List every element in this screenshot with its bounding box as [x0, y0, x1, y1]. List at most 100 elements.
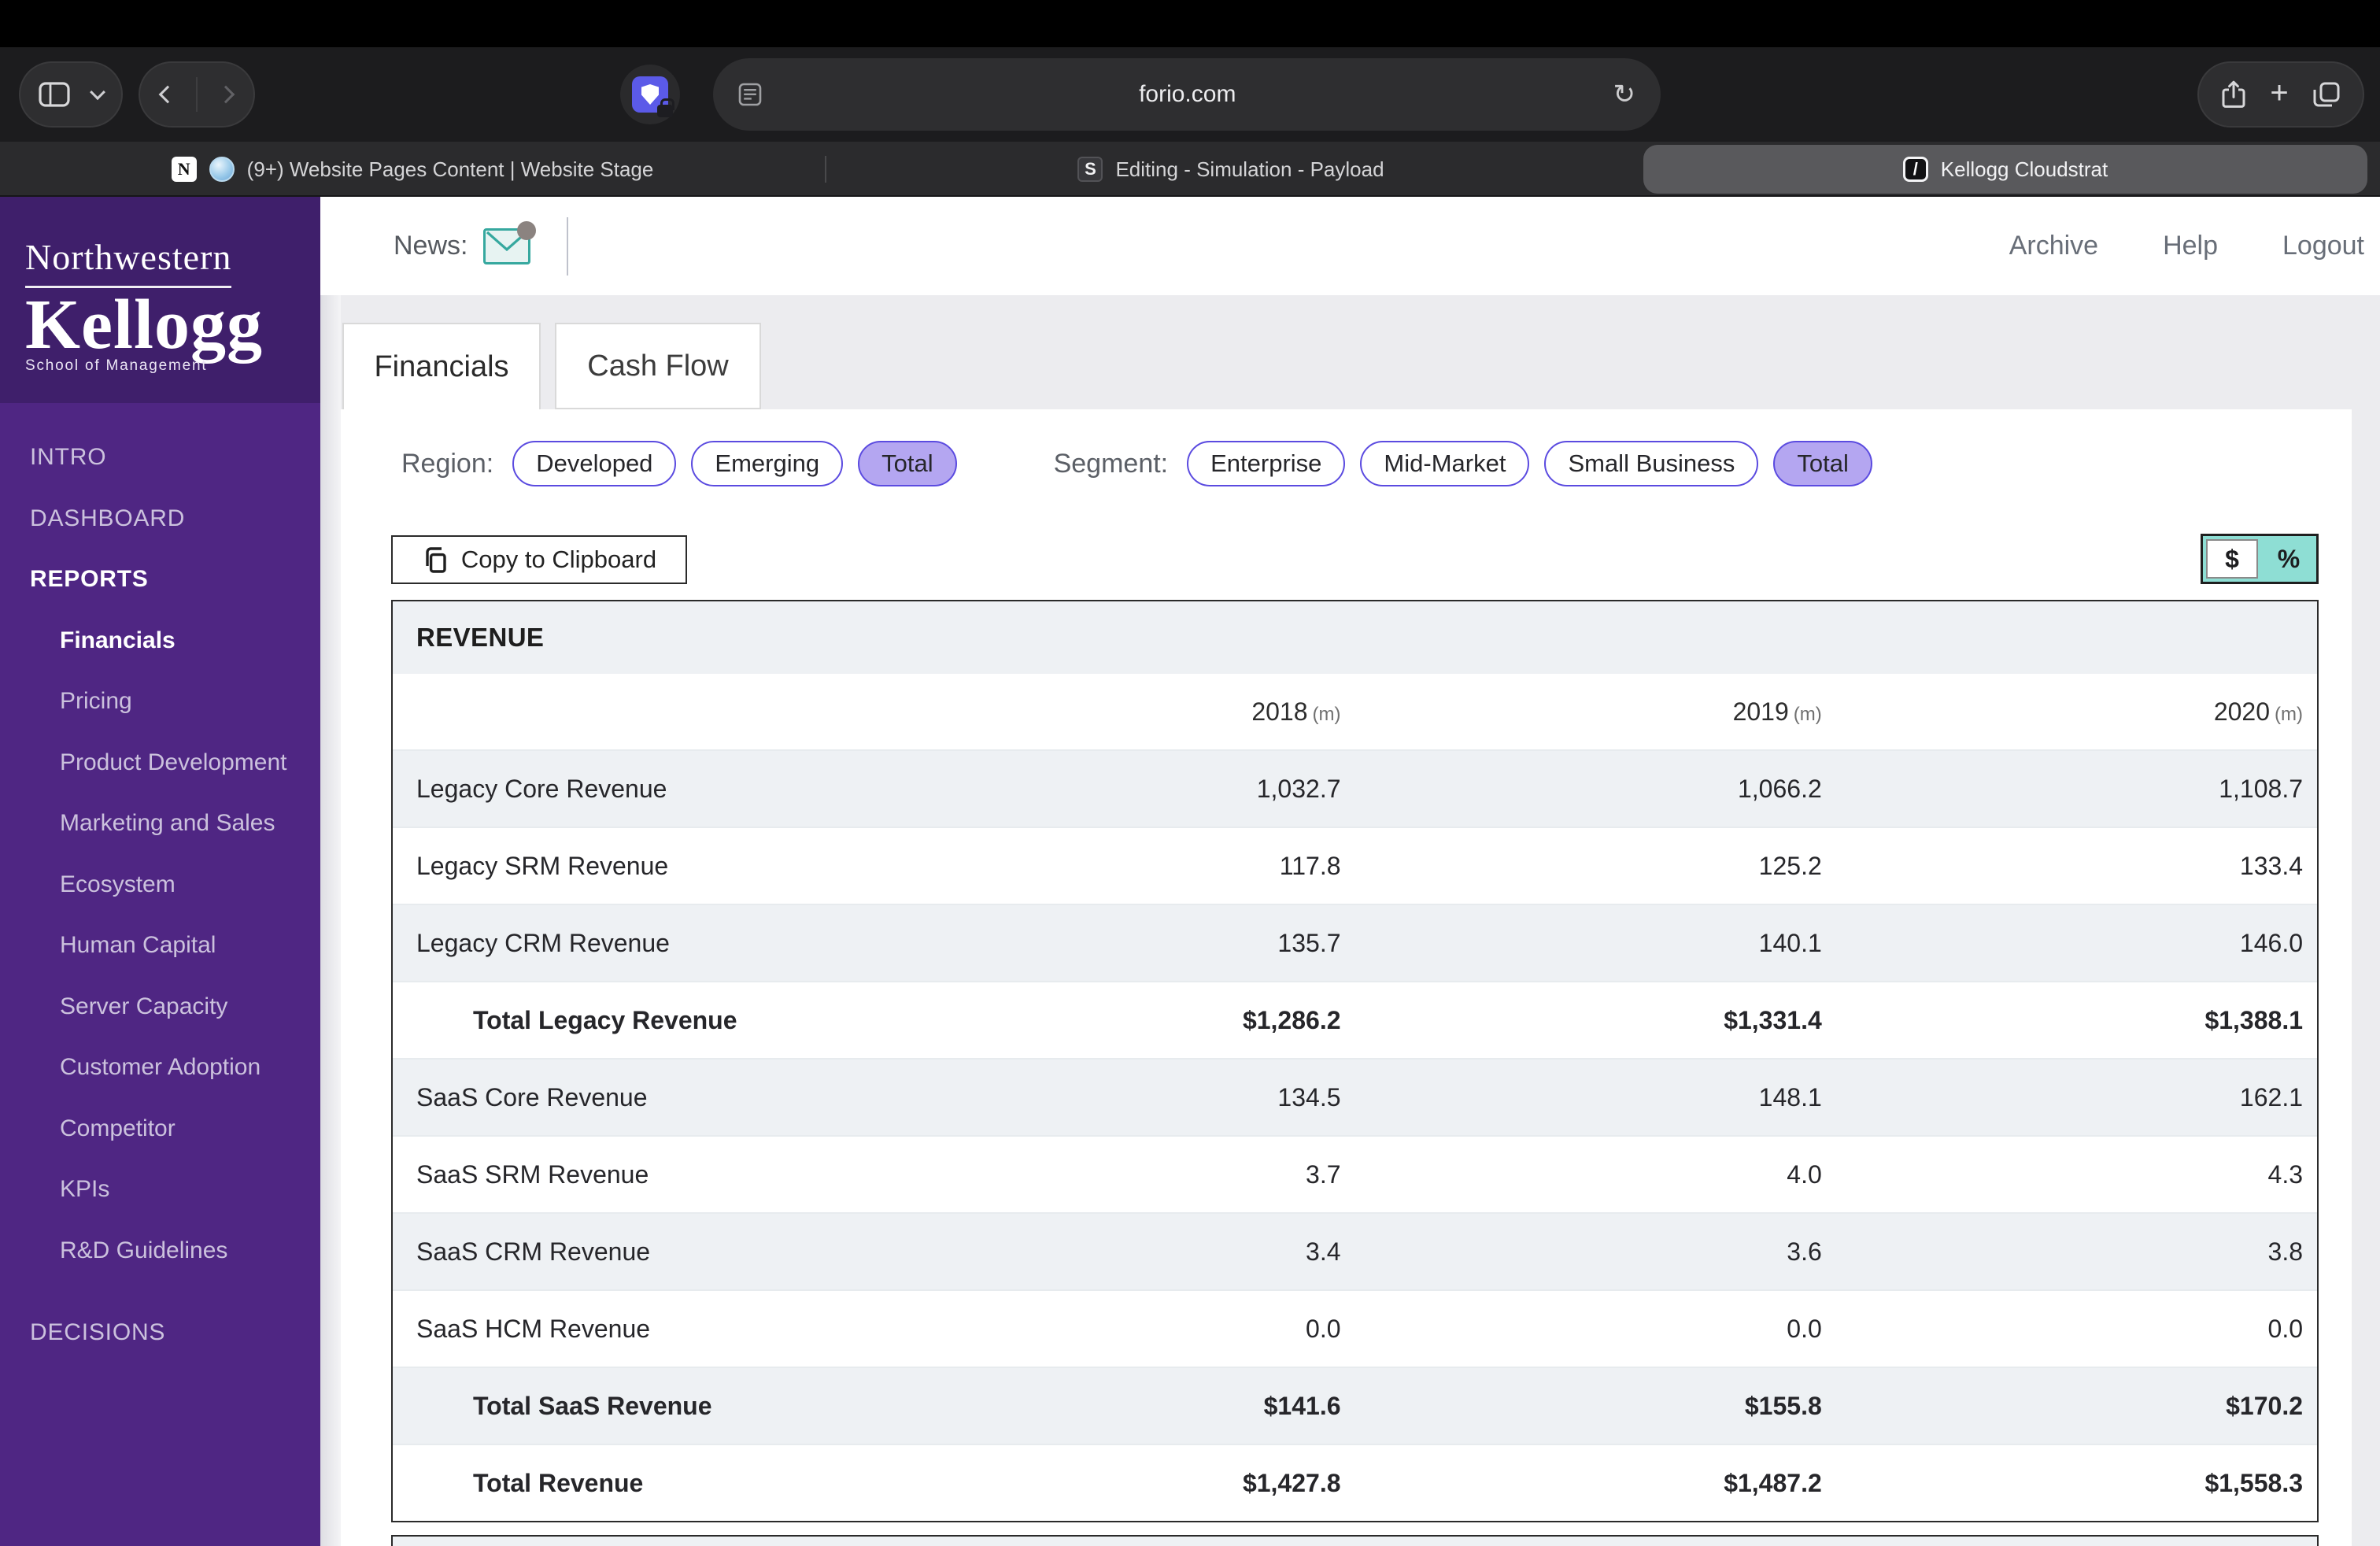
browser-tab-title[interactable]: Editing - Simulation - Payload — [1115, 157, 1384, 182]
logo-tagline: School of Management — [25, 357, 208, 374]
row-label: Total Revenue — [473, 1468, 644, 1497]
logo-university: Northwestern — [25, 236, 232, 288]
workspace: Northwestern Kellogg School of Managemen… — [0, 197, 2380, 1546]
filter-pill-region-total[interactable]: Total — [858, 441, 957, 486]
row-value-2018: 135.7 — [1277, 928, 1341, 957]
filter-bar: Region: Developed Emerging Total Segment: … — [401, 441, 1887, 486]
password-extension-icon — [632, 76, 674, 117]
row-value-2019: $1,331.4 — [1724, 1005, 1822, 1034]
filter-pill-segment-small-business[interactable]: Small Business — [1544, 441, 1759, 486]
table-row-saas-crm-revenue: SaaS CRM Revenue 3.4 3.6 3.8 — [393, 1212, 2317, 1289]
row-value-2019: 4.0 — [1787, 1160, 1822, 1189]
row-value-2018: 134.5 — [1277, 1082, 1341, 1111]
row-value-2020: $170.2 — [2226, 1391, 2303, 1420]
tab-financials[interactable]: Financials — [342, 323, 541, 409]
sidebar-item-product-development[interactable]: Product Development — [0, 732, 320, 793]
window-actions-group: + — [2197, 61, 2364, 128]
browser-tab-website-pages[interactable]: N (9+) Website Pages Content | Website S… — [0, 142, 825, 197]
header-link-archive[interactable]: Archive — [2009, 231, 2098, 261]
sidebar-item-human-capital[interactable]: Human Capital — [0, 915, 320, 976]
tab-cash-flow[interactable]: Cash Flow — [555, 323, 761, 409]
copy-icon — [422, 546, 447, 574]
address-bar[interactable]: forio.com ↻ — [713, 58, 1661, 131]
filter-pill-region-emerging[interactable]: Emerging — [691, 441, 844, 486]
segment-label: Segment: — [1053, 448, 1169, 479]
cloudstrat-favicon: / — [1902, 157, 1928, 182]
browser-tab-title[interactable]: Kellogg Cloudstrat — [1941, 157, 2108, 182]
app-header: News: Archive Help Logout — [320, 197, 2380, 295]
unread-badge — [517, 220, 537, 240]
sidebar-item-server-capacity[interactable]: Server Capacity — [0, 976, 320, 1037]
row-label: Legacy SRM Revenue — [416, 851, 669, 880]
browser-chrome: forio.com ↻ + N (9+) Website Pages Conte… — [0, 0, 2380, 197]
new-tab-icon[interactable]: + — [2270, 77, 2288, 109]
header-divider — [567, 216, 569, 276]
share-icon[interactable] — [2221, 80, 2246, 109]
row-value-2020: 0.0 — [2267, 1314, 2303, 1343]
row-value-2018: 3.7 — [1306, 1160, 1341, 1189]
header-link-logout[interactable]: Logout — [2282, 231, 2364, 261]
filter-pill-segment-mid-market[interactable]: Mid-Market — [1360, 441, 1530, 486]
sidebar-item-dashboard[interactable]: DASHBOARD — [0, 488, 320, 549]
column-header-2019: 2019 (m) — [1732, 697, 1822, 726]
tab-overview-icon[interactable] — [2312, 81, 2341, 108]
copy-to-clipboard-button[interactable]: Copy to Clipboard — [391, 535, 687, 584]
region-filter-group: Region: Developed Emerging Total — [401, 441, 972, 486]
report-panel: Region: Developed Emerging Total Segment: … — [341, 409, 2352, 1546]
sidebar-item-ecosystem[interactable]: Ecosystem — [0, 854, 320, 915]
column-header-2020: 2020 (m) — [2213, 697, 2303, 726]
row-value-2019: 148.1 — [1758, 1082, 1822, 1111]
url-text[interactable]: forio.com — [762, 81, 1613, 108]
table-row-legacy-srm-revenue: Legacy SRM Revenue 117.8 125.2 133.4 — [393, 827, 2317, 904]
row-value-2020: 1,108.7 — [2219, 774, 2303, 803]
row-value-2018: $1,427.8 — [1242, 1468, 1341, 1497]
row-value-2020: 146.0 — [2239, 928, 2303, 957]
sidebar-item-intro[interactable]: INTRO — [0, 427, 320, 488]
reload-icon[interactable]: ↻ — [1613, 81, 1636, 108]
table-row-saas-core-revenue: SaaS Core Revenue 134.5 148.1 162.1 — [393, 1058, 2317, 1135]
sidebar-item-pricing[interactable]: Pricing — [0, 671, 320, 732]
browser-tab-payload-editor[interactable]: S Editing - Simulation - Payload — [825, 142, 1637, 197]
sidebar-item-decisions[interactable]: DECISIONS — [0, 1302, 320, 1363]
browser-tab-title[interactable]: (9+) Website Pages Content | Website Sta… — [247, 157, 654, 182]
history-nav-group — [139, 61, 255, 128]
chevron-down-icon[interactable] — [90, 84, 105, 101]
back-icon[interactable] — [158, 85, 177, 104]
lock-icon — [657, 98, 674, 117]
screen: forio.com ↻ + N (9+) Website Pages Conte… — [0, 0, 2380, 1546]
row-value-2018: 117.8 — [1279, 851, 1341, 880]
row-value-2018: $1,286.2 — [1242, 1005, 1341, 1034]
browser-tab-kellogg-cloudstrat-active[interactable]: / Kellogg Cloudstrat — [1643, 145, 2367, 194]
payload-favicon: S — [1077, 157, 1103, 182]
sidebar-toggle-icon[interactable] — [39, 82, 70, 107]
news-envelope-icon[interactable] — [483, 220, 537, 264]
revenue-table-colheader: 2018 (m) 2019 (m) 2020 (m) — [393, 674, 2317, 749]
table-row-total-legacy-revenue: Total Legacy Revenue $1,286.2 $1,331.4 $… — [393, 981, 2317, 1058]
sidebar-item-customer-adoption[interactable]: Customer Adoption — [0, 1037, 320, 1098]
extension-button[interactable] — [620, 65, 680, 124]
filter-pill-segment-enterprise[interactable]: Enterprise — [1187, 441, 1346, 486]
sidebar: Northwestern Kellogg School of Managemen… — [0, 197, 320, 1546]
sidebar-item-r-d-guidelines[interactable]: R&D Guidelines — [0, 1220, 320, 1282]
next-section-table-stub — [391, 1535, 2319, 1546]
filter-pill-region-developed[interactable]: Developed — [512, 441, 677, 486]
region-label: Region: — [401, 448, 494, 479]
row-label: SaaS HCM Revenue — [416, 1314, 651, 1343]
scrollbar-track[interactable] — [320, 295, 341, 1546]
sidebar-item-financials[interactable]: Financials — [0, 610, 320, 671]
unit-toggle-percent[interactable]: % — [2261, 536, 2316, 582]
unit-toggle-dollar[interactable]: $ — [2206, 539, 2258, 579]
forward-icon[interactable] — [216, 85, 235, 104]
row-value-2018: 1,032.7 — [1256, 774, 1341, 803]
revenue-table-title: REVENUE — [393, 601, 2317, 674]
sidebar-item-kpis[interactable]: KPIs — [0, 1159, 320, 1220]
sidebar-toggle-group[interactable] — [19, 61, 123, 128]
sidebar-item-marketing-and-sales[interactable]: Marketing and Sales — [0, 793, 320, 854]
sidebar-item-competitor[interactable]: Competitor — [0, 1098, 320, 1160]
sidebar-item-reports[interactable]: REPORTS — [0, 549, 320, 610]
news-label: News: — [394, 231, 468, 261]
row-value-2020: 162.1 — [2239, 1082, 2303, 1111]
reader-view-icon[interactable] — [738, 83, 762, 106]
header-link-help[interactable]: Help — [2163, 231, 2218, 261]
filter-pill-segment-total[interactable]: Total — [1773, 441, 1872, 486]
